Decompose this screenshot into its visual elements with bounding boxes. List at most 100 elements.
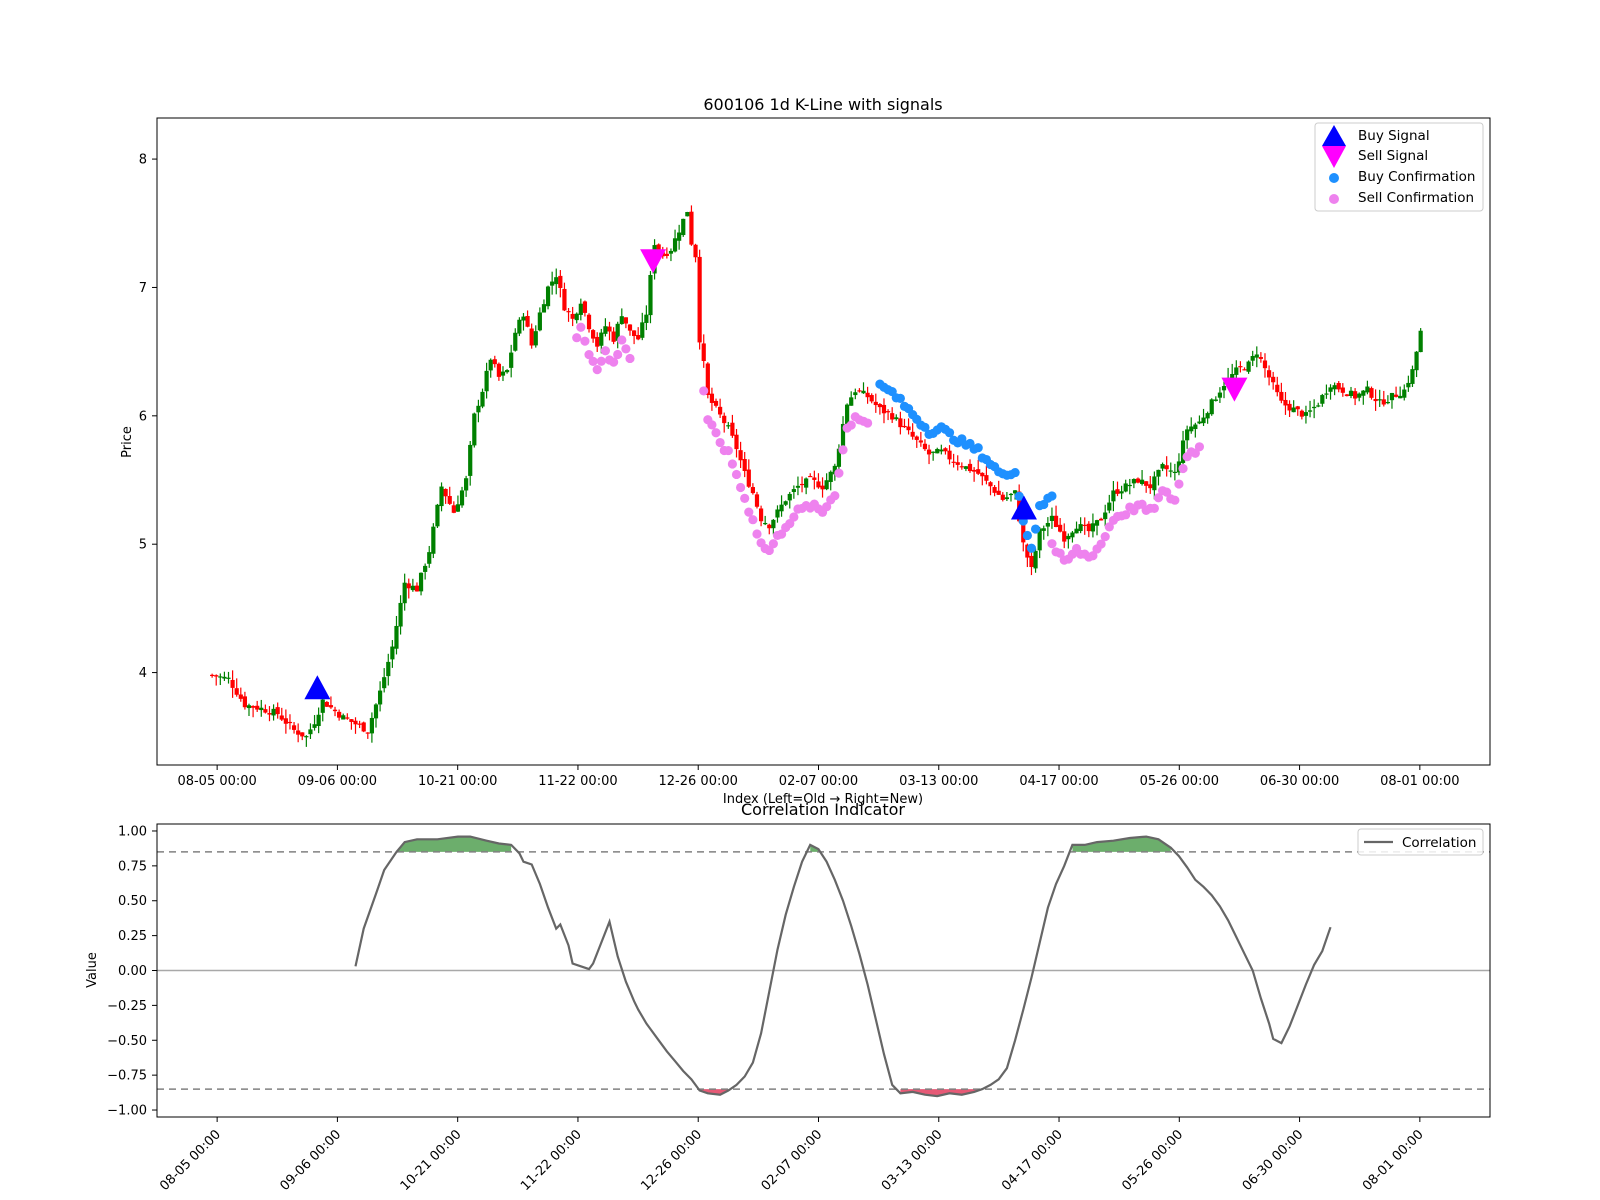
candle-body [1078,524,1083,532]
kline-legend: Buy Signal Sell Signal Buy Confirmation … [1314,122,1484,212]
candle-body [963,466,969,469]
candle-body [1004,497,1009,500]
candle-body [767,524,772,529]
candle-body [1410,369,1415,384]
candle-body [382,677,387,689]
candle-body [885,411,891,413]
candle-body [287,721,293,724]
candle-body [967,463,973,472]
candle-body [591,330,596,339]
candle-body [906,426,911,431]
candle-body [918,440,923,443]
candle-body [742,459,747,472]
candle-body [1205,413,1210,419]
candle-body [521,316,526,321]
candle-body [267,713,272,715]
candle-body [1418,330,1423,353]
candle-body [603,326,608,334]
candle-body [910,431,915,437]
candle-body [595,336,600,347]
candle-body [1348,390,1354,396]
candle-body [468,444,473,476]
sell-confirmation-point [580,336,590,346]
candle-body [734,434,739,450]
candle-body [324,701,329,707]
candle-body [795,485,801,488]
sell-confirmation-point [600,346,611,356]
sell-confirmation-point [588,356,598,366]
candle-body [1336,383,1341,390]
correlation-y-tick-label: −0.50 [107,1034,147,1049]
kline-y-tick-label: 7 [139,281,147,296]
sell-confirmation-point [576,322,586,332]
candle-body [1361,390,1366,396]
sell-confirmation-point [711,428,721,438]
legend-correlation-label: Correlation [1402,835,1476,851]
buy-confirmation-point [1047,491,1057,501]
candle-body [771,519,776,529]
candle-body [578,303,583,315]
candle-body [410,585,415,591]
candle-body [1193,424,1198,430]
candle-body [746,469,751,487]
candle-body [779,504,784,512]
candle-body [386,661,391,677]
candle-body [488,359,493,371]
candle-body [398,602,403,627]
candle-body [1135,478,1141,483]
candle-body [1000,494,1005,500]
candle-body [332,709,338,712]
candle-body [500,371,506,376]
candle-body [820,485,825,490]
kline-x-tick-label: 05-26 00:00 [1140,774,1219,789]
sell-confirmation-point [748,515,758,525]
candle-body [1271,376,1276,383]
candle-body [1406,382,1411,388]
candle-body [1123,483,1128,492]
candle-body [1213,399,1218,401]
candle-body [1152,476,1157,491]
candle-body [1164,465,1169,470]
candle-body [1365,386,1370,393]
sell-confirmation-point [723,445,733,456]
candle-body [1082,524,1087,526]
sell-confirmation-point [1174,479,1184,489]
sell-confirmation-point [1121,510,1131,520]
candle-body [1369,388,1374,398]
candle-body [312,724,317,728]
correlation-y-tick-label: 0.75 [118,859,147,874]
candle-body [1107,502,1112,511]
correlation-title: Correlation Indicator [741,800,905,819]
legend-sell-signal-label: Sell Signal [1358,148,1428,164]
candle-body [226,677,231,679]
sell-confirmation-point [699,386,709,396]
candle-body [550,281,555,286]
candle-body [722,415,727,424]
candle-body [681,218,686,236]
candle-body [607,326,612,332]
candle-body [775,509,780,518]
kline-y-tick-label: 8 [139,153,147,168]
candle-body [865,392,870,398]
candle-body [1344,394,1350,397]
sell-confirmation-point [862,418,873,428]
candle-body [1066,535,1071,540]
candle-body [976,469,981,474]
candle-body [902,425,907,428]
kline-x-tick-label: 08-01 00:00 [1380,774,1459,789]
candle-body [799,483,805,486]
candle-body [648,274,653,316]
candle-body [263,709,268,713]
sell-confirmation-point [731,469,742,480]
candle-body [914,436,919,440]
candle-body [636,334,641,340]
candle-body [373,704,379,719]
candle-body [1201,417,1206,424]
kline-y-tick-label: 5 [139,538,147,553]
candle-body [857,390,862,392]
buy-confirmation-point [1030,524,1041,534]
candle-body [812,477,817,480]
candle-body [308,729,313,735]
kline-y-tick-label: 6 [139,409,147,424]
candle-body [259,707,264,711]
